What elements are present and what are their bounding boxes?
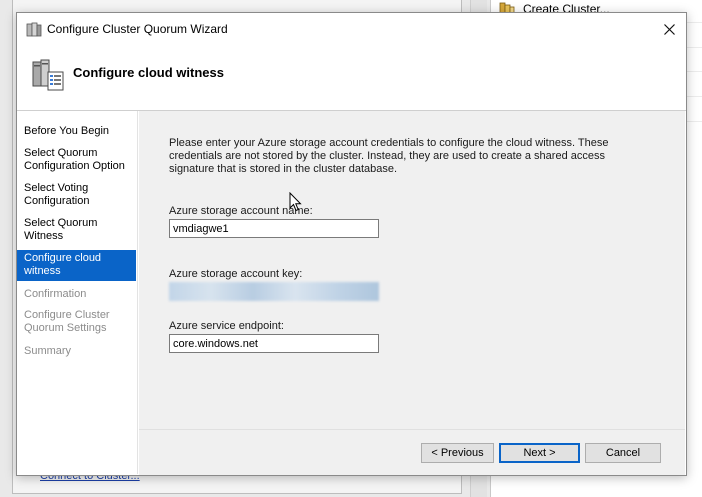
close-icon <box>663 23 675 35</box>
cluster-manager-icon <box>26 22 42 37</box>
previous-button[interactable]: < Previous <box>421 443 494 463</box>
account-key-label: Azure storage account key: <box>169 268 303 280</box>
next-button[interactable]: Next > <box>499 443 580 463</box>
step-configure-cloud-witness[interactable]: Configure cloud witness <box>17 250 136 281</box>
title-bar[interactable]: Configure Cluster Quorum Wizard <box>17 13 686 45</box>
wizard-steps: Before You Begin Select Quorum Configura… <box>17 111 137 474</box>
steps-divider <box>137 111 138 474</box>
account-name-input[interactable] <box>169 219 379 238</box>
step-select-quorum-witness[interactable]: Select Quorum Witness <box>17 217 136 243</box>
wizard-content: Please enter your Azure storage account … <box>139 111 685 429</box>
step-select-voting-configuration[interactable]: Select Voting Configuration <box>17 182 136 208</box>
mouse-pointer-icon <box>289 192 302 212</box>
step-configure-cluster-quorum-settings: Configure Cluster Quorum Settings <box>24 309 110 334</box>
page-title: Configure cloud witness <box>73 65 224 80</box>
endpoint-input[interactable] <box>169 334 379 353</box>
wizard-footer: < Previous Next > Cancel <box>139 429 685 475</box>
step-summary: Summary <box>24 345 72 357</box>
quorum-wizard-icon <box>32 59 64 91</box>
wizard-window: Configure Cluster Quorum Wizard Configur… <box>16 12 687 476</box>
step-before-you-begin[interactable]: Before You Begin <box>17 125 136 138</box>
wizard-header: Configure cloud witness <box>17 45 686 109</box>
window-title: Configure Cluster Quorum Wizard <box>47 22 228 36</box>
step-confirmation: Confirmation <box>24 288 87 300</box>
account-key-input[interactable] <box>169 282 379 301</box>
step-select-quorum-configuration-option[interactable]: Select Quorum Configuration Option <box>17 147 136 173</box>
close-button[interactable] <box>652 13 686 45</box>
cancel-button[interactable]: Cancel <box>585 443 661 463</box>
endpoint-label: Azure service endpoint: <box>169 320 284 332</box>
instructions-text: Please enter your Azure storage account … <box>169 137 609 175</box>
